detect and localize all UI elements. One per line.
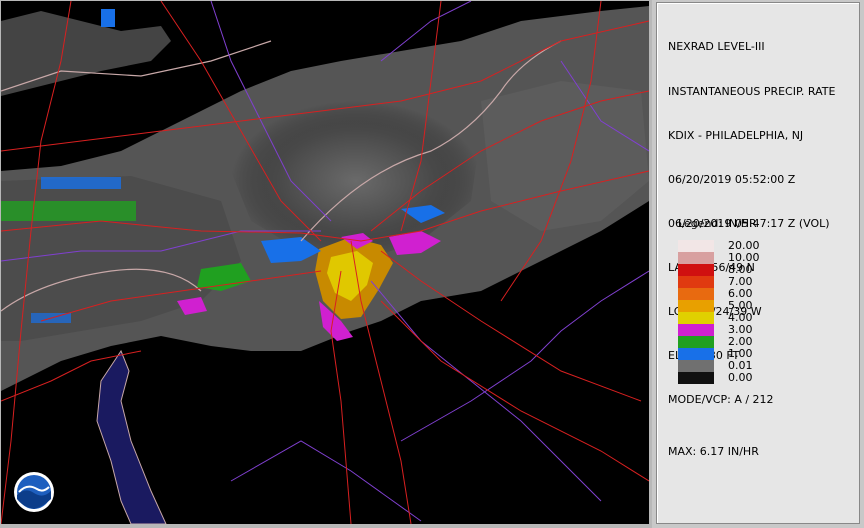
legend-swatch [678,324,714,336]
legend-row: 0.00 [678,371,818,384]
legend-swatch [678,276,714,288]
product-time: 06/20/2019 05:52:00 Z [668,172,796,186]
noaa-logo-icon [13,471,55,513]
product-type: INSTANTANEOUS PRECIP. RATE [668,84,836,98]
legend-swatch [678,252,714,264]
legend-swatch [678,264,714,276]
legend-swatch [678,372,714,384]
max-value: MAX: 6.17 IN/HR [668,445,759,459]
legend: 20.00 10.00 8.00 7.00 6.00 5.00 4.00 3.0… [678,239,818,384]
legend-swatch [678,360,714,372]
legend-swatch [678,300,714,312]
radar-svg [1,1,649,524]
legend-label: 0.00 [728,371,753,384]
mode-vcp: MODE/VCP: A / 212 [668,393,774,407]
legend-swatch [678,312,714,324]
legend-swatch [678,240,714,252]
station: KDIX - PHILADELPHIA, NJ [668,128,804,142]
legend-swatch [678,288,714,300]
legend-swatch [678,348,714,360]
product-line: NEXRAD LEVEL-III [668,40,765,54]
legend-swatch [678,336,714,348]
radar-map-frame [0,0,652,528]
legend-title: Legend: IN/HR [678,217,757,230]
info-panel: NEXRAD LEVEL-III INSTANTANEOUS PRECIP. R… [656,2,860,524]
radar-map[interactable] [1,1,649,524]
light-precip-field [1,6,649,391]
delaware-river [96,349,167,524]
